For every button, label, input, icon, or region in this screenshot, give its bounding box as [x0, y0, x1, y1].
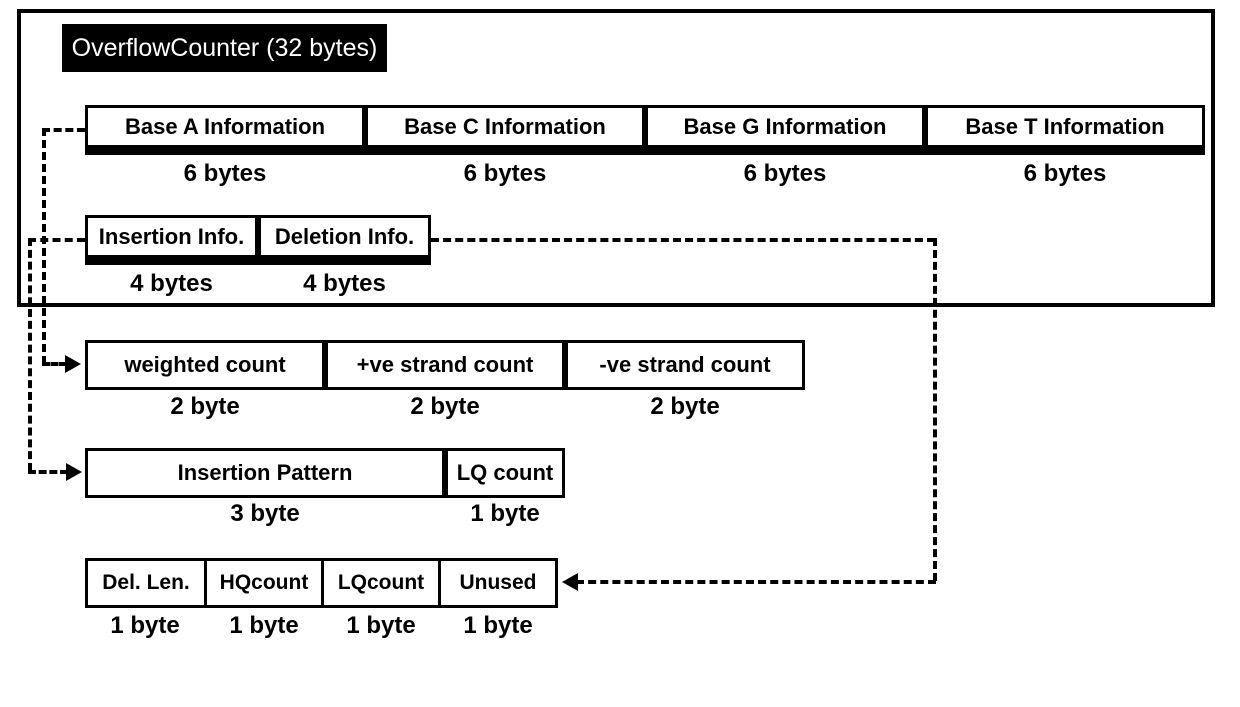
cell-deletion-info: Deletion Info. — [258, 215, 431, 265]
cell-base-t: Base T Information — [925, 105, 1205, 155]
conn-base-left-v — [42, 128, 46, 364]
cell-base-a: Base A Information — [85, 105, 365, 155]
label: Deletion Info. — [275, 224, 414, 250]
size-lqcount: 1 byte — [321, 612, 441, 640]
size-base-t: 6 bytes — [925, 160, 1205, 188]
label: Unused — [459, 571, 536, 595]
cell-del-len: Del. Len. — [85, 558, 207, 608]
size-insertion-info: 4 bytes — [85, 270, 258, 298]
cell-lqcount: LQcount — [321, 558, 441, 608]
arrow-to-unused — [562, 573, 578, 591]
conn-to-weighted-h — [42, 362, 67, 366]
size-neg-strand-count: 2 byte — [565, 393, 805, 421]
label: Insertion Pattern — [178, 460, 353, 486]
cell-insertion-pattern: Insertion Pattern — [85, 448, 445, 498]
conn-del-right-h — [431, 238, 935, 242]
size-unused: 1 byte — [438, 612, 558, 640]
title-banner: OverflowCounter (32 bytes) — [62, 24, 387, 72]
cell-hqcount: HQcount — [204, 558, 324, 608]
size-lq-count: 1 byte — [445, 500, 565, 528]
conn-to-inspattern-h — [28, 470, 68, 474]
label: weighted count — [124, 352, 285, 378]
label: Insertion Info. — [99, 224, 244, 250]
size-base-g: 6 bytes — [645, 160, 925, 188]
size-weighted-count: 2 byte — [85, 393, 325, 421]
label: Base A Information — [125, 114, 325, 140]
label: +ve strand count — [357, 352, 534, 378]
conn-ins-left-v — [28, 238, 32, 471]
size-insertion-pattern: 3 byte — [85, 500, 445, 528]
title-text: OverflowCounter (32 bytes) — [72, 34, 378, 63]
cell-base-g: Base G Information — [645, 105, 925, 155]
cell-lq-count: LQ count — [445, 448, 565, 498]
conn-base-left-h — [42, 128, 85, 132]
size-deletion-info: 4 bytes — [258, 270, 431, 298]
size-pos-strand-count: 2 byte — [325, 393, 565, 421]
cell-insertion-info: Insertion Info. — [85, 215, 258, 265]
arrow-to-inspattern — [66, 463, 82, 481]
cell-pos-strand-count: +ve strand count — [325, 340, 565, 390]
cell-neg-strand-count: -ve strand count — [565, 340, 805, 390]
label: Base T Information — [965, 114, 1164, 140]
size-base-c: 6 bytes — [365, 160, 645, 188]
size-base-a: 6 bytes — [85, 160, 365, 188]
cell-unused: Unused — [438, 558, 558, 608]
size-del-len: 1 byte — [85, 612, 205, 640]
label: Base C Information — [404, 114, 606, 140]
label: LQ count — [457, 460, 554, 486]
label: HQcount — [220, 571, 309, 595]
cell-weighted-count: weighted count — [85, 340, 325, 390]
label: Base G Information — [684, 114, 887, 140]
conn-to-unused-h — [576, 580, 936, 584]
label: -ve strand count — [599, 352, 770, 378]
label: Del. Len. — [102, 571, 190, 595]
arrow-to-weighted — [65, 355, 81, 373]
conn-ins-left-h — [28, 238, 85, 242]
conn-del-right-v — [933, 238, 937, 581]
cell-base-c: Base C Information — [365, 105, 645, 155]
label: LQcount — [338, 571, 424, 595]
size-hqcount: 1 byte — [204, 612, 324, 640]
diagram-canvas: OverflowCounter (32 bytes) Base A Inform… — [0, 0, 1240, 707]
